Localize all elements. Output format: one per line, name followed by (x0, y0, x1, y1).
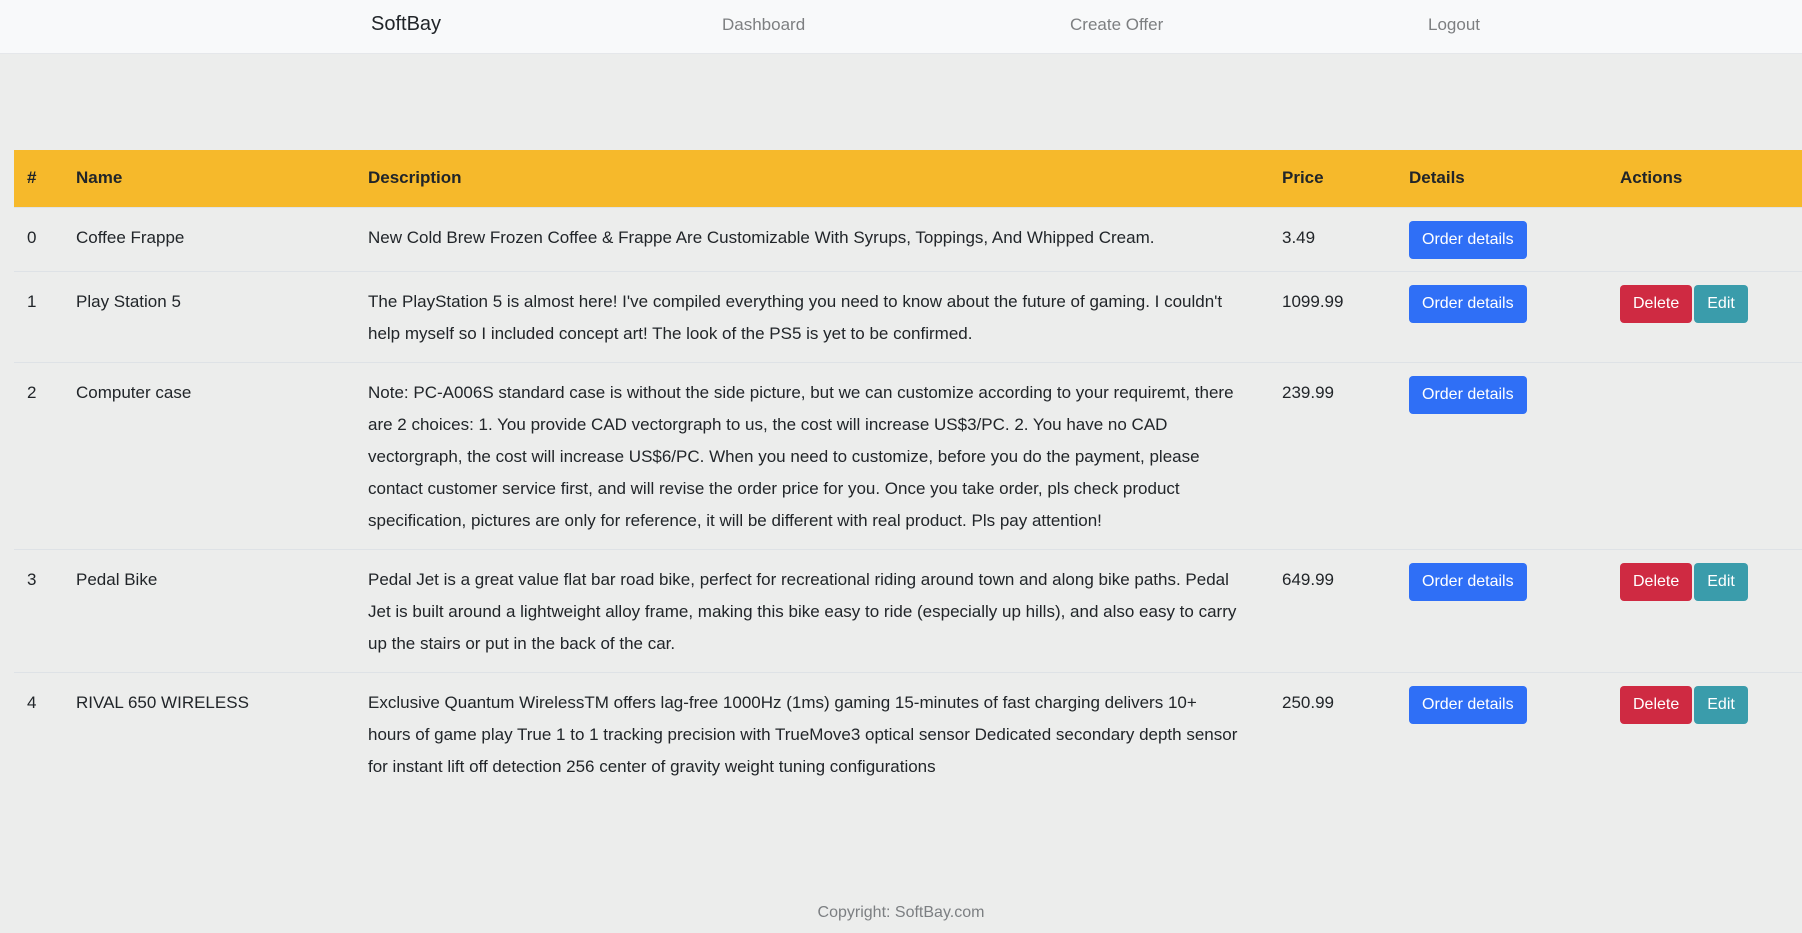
order-details-button[interactable]: Order details (1409, 375, 1527, 414)
row-description: Pedal Jet is a great value flat bar road… (355, 548, 1269, 672)
row-name: Play Station 5 (63, 270, 355, 362)
delete-button[interactable]: Delete (1620, 685, 1693, 724)
table-header-row: # Name Description Price Details Actions (14, 150, 1802, 207)
header-description: Description (368, 168, 462, 188)
table-row: 3 Pedal Bike Pedal Jet is a great value fl… (14, 548, 1802, 672)
brand-link[interactable]: SoftBay (371, 13, 441, 36)
row-name: Computer case (63, 361, 355, 549)
top-navbar: SoftBay Dashboard Create Offer Logout (0, 0, 1802, 54)
row-actions-cell: Delete Edit (1607, 270, 1802, 362)
row-price: 250.99 (1269, 671, 1396, 795)
row-name: Coffee Frappe (63, 206, 355, 271)
table-row: 2 Computer case Note: PC-A006S standard ca… (14, 361, 1802, 549)
order-details-button[interactable]: Order details (1409, 220, 1527, 259)
row-name: RIVAL 650 WIRELESS (63, 671, 355, 795)
header-price: Price (1282, 168, 1324, 188)
nav-dashboard-link[interactable]: Dashboard (722, 15, 805, 35)
delete-button[interactable]: Delete (1620, 562, 1693, 601)
table-header: # Name Description Price Details Actions (14, 150, 1802, 207)
delete-button[interactable]: Delete (1620, 284, 1693, 323)
row-description: The PlayStation 5 is almost here! I've c… (355, 270, 1269, 362)
table-body: 0 Coffee Frappe New Cold Brew Frozen Coffe… (14, 206, 1802, 795)
row-actions-cell: Delete Edit (1607, 548, 1802, 672)
table-row: 1 Play Station 5 The PlayStation 5 is almo… (14, 270, 1802, 362)
row-index: 1 (14, 270, 63, 362)
footer-copyright: Copyright: SoftBay.com (817, 904, 985, 921)
row-details-cell: Order details (1396, 548, 1607, 672)
row-details-cell: Order details (1396, 361, 1607, 549)
row-details-cell: Order details (1396, 671, 1607, 795)
order-details-button[interactable]: Order details (1409, 685, 1527, 724)
row-details-cell: Order details (1396, 206, 1607, 271)
offers-table: # Name Description Price Details Actions… (14, 150, 1802, 795)
header-name: Name (76, 168, 123, 188)
header-details: Details (1409, 168, 1465, 188)
row-actions-cell (1607, 361, 1802, 549)
row-index: 3 (14, 548, 63, 672)
row-price: 1099.99 (1269, 270, 1396, 362)
nav-logout-link[interactable]: Logout (1428, 15, 1480, 35)
nav-create-offer-link[interactable]: Create Offer (1070, 15, 1163, 35)
row-actions-cell: Delete Edit (1607, 671, 1802, 795)
order-details-button[interactable]: Order details (1409, 284, 1527, 323)
row-description: New Cold Brew Frozen Coffee & Frappe Are… (355, 206, 1269, 271)
row-index: 2 (14, 361, 63, 549)
table-row: 4 RIVAL 650 WIRELESS Exclusive Quantum Wir… (14, 671, 1802, 795)
row-price: 239.99 (1269, 361, 1396, 549)
edit-button[interactable]: Edit (1694, 685, 1748, 724)
row-actions-cell (1607, 206, 1802, 271)
header-index: # (27, 168, 37, 188)
row-index: 4 (14, 671, 63, 795)
row-name: Pedal Bike (63, 548, 355, 672)
edit-button[interactable]: Edit (1694, 562, 1748, 601)
row-description: Exclusive Quantum WirelessTM offers lag-… (355, 671, 1269, 795)
order-details-button[interactable]: Order details (1409, 562, 1527, 601)
row-description: Note: PC-A006S standard case is without … (355, 361, 1269, 549)
table-row: 0 Coffee Frappe New Cold Brew Frozen Coffe… (14, 206, 1802, 271)
row-details-cell: Order details (1396, 270, 1607, 362)
header-actions: Actions (1620, 168, 1683, 188)
row-price: 3.49 (1269, 206, 1396, 271)
row-price: 649.99 (1269, 548, 1396, 672)
edit-button[interactable]: Edit (1694, 284, 1748, 323)
row-index: 0 (14, 206, 63, 271)
